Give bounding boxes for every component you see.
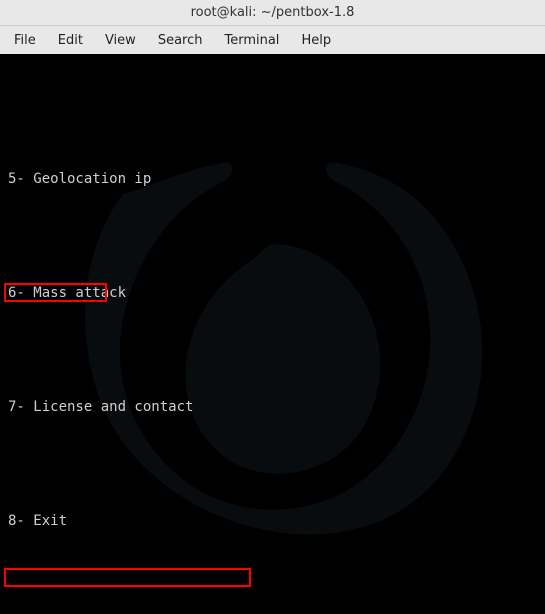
terminal-line — [8, 569, 537, 588]
menubar: File Edit View Search Terminal Help — [0, 26, 545, 54]
terminal-line: 8- Exit — [8, 512, 537, 531]
terminal-line — [8, 341, 537, 360]
terminal-line: 6- Mass attack — [8, 284, 537, 303]
menu-edit[interactable]: Edit — [48, 29, 93, 52]
menu-file[interactable]: File — [4, 29, 46, 52]
window-title: root@kali: ~/pentbox-1.8 — [191, 5, 355, 20]
menu-search[interactable]: Search — [148, 29, 213, 52]
terminal-area[interactable]: 5- Geolocation ip 6- Mass attack 7- Lice… — [0, 54, 545, 614]
menu-terminal[interactable]: Terminal — [214, 29, 289, 52]
menu-help[interactable]: Help — [291, 29, 341, 52]
terminal-line — [8, 455, 537, 474]
menu-view[interactable]: View — [95, 29, 146, 52]
window-titlebar: root@kali: ~/pentbox-1.8 — [0, 0, 545, 26]
terminal-line: 5- Geolocation ip — [8, 170, 537, 189]
terminal-content: 5- Geolocation ip 6- Mass attack 7- Lice… — [8, 132, 537, 614]
terminal-line: 7- License and contact — [8, 398, 537, 417]
terminal-line — [8, 227, 537, 246]
